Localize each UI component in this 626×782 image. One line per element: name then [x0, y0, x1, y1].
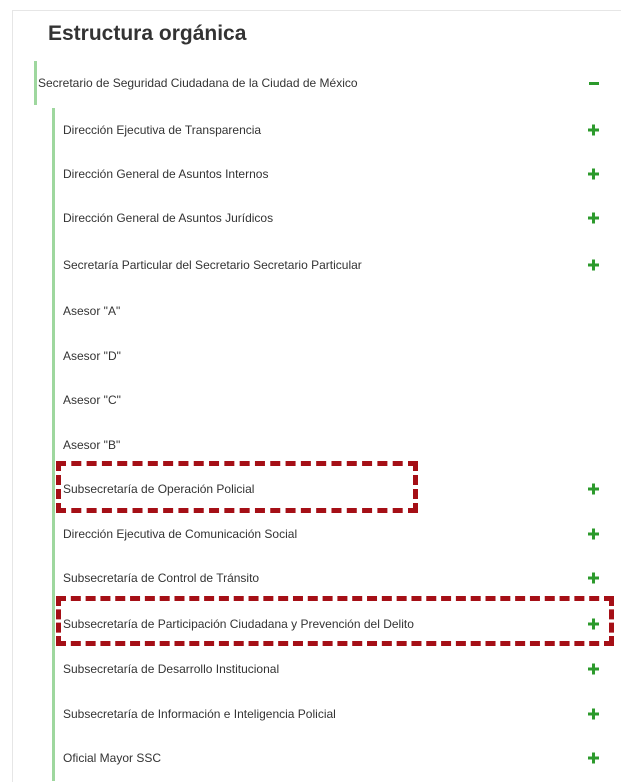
- tree-item-label: Asesor "D": [63, 349, 121, 363]
- tree-item[interactable]: Secretaría Particular del Secretario Sec…: [55, 243, 611, 287]
- tree-item-label: Dirección General de Asuntos Internos: [63, 167, 269, 181]
- tree-item[interactable]: Dirección General de Asuntos Internos: [55, 152, 611, 196]
- tree-item[interactable]: Asesor "D": [55, 334, 611, 378]
- tree-item[interactable]: Subsecretaría de Desarrollo Instituciona…: [55, 647, 611, 691]
- tree-item[interactable]: Oficial Mayor SSC: [55, 736, 611, 780]
- tree-item-label: Subsecretaría de Control de Tránsito: [63, 571, 260, 585]
- tree-item[interactable]: Asesor "A": [55, 289, 611, 333]
- tree-item[interactable]: Subsecretaría de Operación Policial: [55, 467, 611, 511]
- expand-plus-icon[interactable]: [588, 483, 599, 495]
- tree-item[interactable]: Subsecretaría de Participación Ciudadana…: [55, 602, 611, 646]
- tree-item-label: Dirección Ejecutiva de Comunicación Soci…: [63, 527, 298, 541]
- expand-plus-icon[interactable]: [588, 752, 599, 764]
- tree-item[interactable]: Asesor "C": [55, 378, 611, 422]
- tree-item-label: Subsecretaría de Información e Inteligen…: [63, 707, 336, 721]
- tree-item-label: Subsecretaría de Desarrollo Instituciona…: [63, 662, 280, 676]
- expand-plus-icon[interactable]: [588, 528, 599, 540]
- tree-item-label: Dirección General de Asuntos Jurídicos: [63, 211, 274, 225]
- expand-plus-icon[interactable]: [588, 124, 599, 136]
- expand-plus-icon[interactable]: [588, 572, 599, 584]
- tree-item-label: Asesor "A": [63, 304, 121, 318]
- tree-root-item[interactable]: Secretario de Seguridad Ciudadana de la …: [34, 61, 609, 105]
- tree-item[interactable]: Dirección Ejecutiva de Comunicación Soci…: [55, 512, 611, 556]
- tree-item[interactable]: Subsecretaría de Control de Tránsito: [55, 556, 611, 600]
- tree-item[interactable]: Asesor "B": [55, 423, 611, 467]
- tree-item-label: Dirección Ejecutiva de Transparencia: [63, 123, 262, 137]
- tree-item-label: Asesor "B": [63, 438, 121, 452]
- expand-plus-icon[interactable]: [588, 663, 599, 675]
- tree-item-label: Secretaría Particular del Secretario Sec…: [63, 258, 362, 272]
- expand-plus-icon[interactable]: [588, 168, 599, 180]
- tree-item[interactable]: Dirección Ejecutiva de Transparencia: [55, 108, 611, 152]
- tree-children: Dirección Ejecutiva de Transparencia Dir…: [52, 108, 611, 781]
- expand-plus-icon[interactable]: [588, 618, 599, 630]
- page-title: Estructura orgánica: [48, 22, 247, 45]
- tree-item-label: Subsecretaría de Participación Ciudadana…: [63, 617, 414, 631]
- expand-plus-icon[interactable]: [588, 708, 599, 720]
- tree-item-label: Oficial Mayor SSC: [63, 751, 162, 765]
- expand-plus-icon[interactable]: [588, 212, 599, 224]
- tree-item-label: Subsecretaría de Operación Policial: [63, 482, 255, 496]
- tree-item-label: Asesor "C": [63, 393, 121, 407]
- expand-plus-icon[interactable]: [588, 259, 599, 271]
- tree-item[interactable]: Dirección General de Asuntos Jurídicos: [55, 196, 611, 240]
- tree-root-label: Secretario de Seguridad Ciudadana de la …: [38, 76, 358, 90]
- collapse-minus-icon[interactable]: [589, 82, 599, 85]
- tree-item[interactable]: Subsecretaría de Información e Inteligen…: [55, 692, 611, 736]
